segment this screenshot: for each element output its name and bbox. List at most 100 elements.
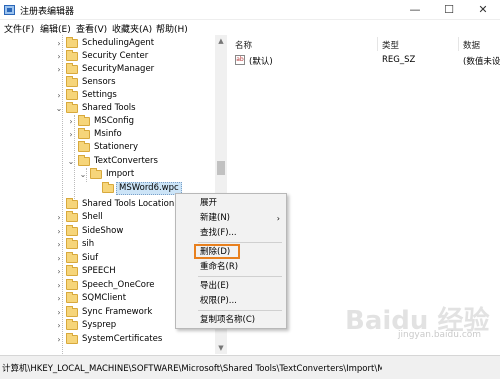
menu-item-expand[interactable]: 展开 bbox=[176, 196, 286, 211]
tree-item-label: SchedulingAgent bbox=[82, 38, 155, 48]
menu-file[interactable]: 文件(F) bbox=[4, 22, 34, 35]
tree-item[interactable]: › Security Center bbox=[0, 50, 215, 63]
tree-item[interactable]: › SecurityManager bbox=[0, 63, 215, 76]
folder-icon bbox=[66, 89, 78, 100]
scroll-up-icon[interactable]: ▲ bbox=[215, 35, 227, 47]
folder-icon bbox=[66, 333, 78, 344]
submenu-arrow-icon: › bbox=[276, 214, 280, 223]
folder-icon bbox=[66, 238, 78, 249]
tree-item-label: MSConfig bbox=[94, 116, 135, 126]
menu-item-rename[interactable]: 重命名(R) bbox=[176, 260, 286, 275]
folder-icon bbox=[78, 141, 90, 152]
folder-icon bbox=[66, 306, 78, 317]
folder-icon bbox=[66, 37, 78, 48]
chevron-right-icon[interactable]: › bbox=[54, 211, 64, 224]
chevron-right-icon[interactable]: › bbox=[66, 115, 76, 128]
chevron-right-icon[interactable]: › bbox=[54, 292, 64, 305]
maximize-button[interactable]: ☐ bbox=[432, 0, 466, 20]
menu-item-permissions[interactable]: 权限(P)... bbox=[176, 294, 286, 309]
tree-item-label: Shell bbox=[82, 212, 103, 222]
tree-item[interactable]: › SchedulingAgent bbox=[0, 37, 215, 50]
minimize-button[interactable]: — bbox=[398, 0, 432, 20]
folder-icon bbox=[66, 211, 78, 222]
delete-highlight-box bbox=[194, 244, 240, 259]
tree-item[interactable]: › Msinfo bbox=[0, 128, 215, 141]
menu-help[interactable]: 帮助(H) bbox=[156, 22, 188, 35]
tree-item-label: Shared Tools Location bbox=[82, 199, 175, 209]
column-header-name[interactable]: 名称 bbox=[235, 39, 252, 51]
tree-item-label: sih bbox=[82, 239, 95, 249]
folder-icon bbox=[66, 63, 78, 74]
chevron-right-icon[interactable]: › bbox=[54, 252, 64, 265]
menu-item-new[interactable]: 新建(N) › bbox=[176, 211, 286, 226]
folder-icon bbox=[66, 279, 78, 290]
tree-item[interactable]: Stationery bbox=[0, 141, 215, 154]
chevron-right-icon[interactable]: › bbox=[54, 333, 64, 346]
registry-editor-icon bbox=[4, 5, 15, 15]
folder-icon bbox=[66, 198, 78, 209]
registry-path: 计算机\HKEY_LOCAL_MACHINE\SOFTWARE\Microsof… bbox=[2, 364, 382, 374]
tree-item[interactable]: ⌄ TextConverters bbox=[0, 155, 215, 168]
tree-item[interactable]: › SystemCertificates bbox=[0, 333, 215, 346]
chevron-right-icon[interactable]: › bbox=[54, 37, 64, 50]
menu-edit[interactable]: 编辑(E) bbox=[40, 22, 71, 35]
chevron-down-icon[interactable]: ⌄ bbox=[66, 155, 76, 168]
tree-item-label: TextConverters bbox=[94, 156, 158, 166]
chevron-right-icon[interactable]: › bbox=[54, 319, 64, 332]
tree-item-label: SystemCertificates bbox=[82, 334, 163, 344]
tree-item-label: Security Center bbox=[82, 51, 149, 61]
folder-icon bbox=[66, 225, 78, 236]
folder-icon bbox=[66, 76, 78, 87]
folder-icon bbox=[66, 252, 78, 263]
folder-icon bbox=[90, 168, 102, 179]
tree-item-label: Import bbox=[106, 169, 135, 179]
watermark-url: jingyan.baidu.com bbox=[398, 330, 482, 340]
folder-icon bbox=[78, 155, 90, 166]
tree-item[interactable]: › MSConfig bbox=[0, 115, 215, 128]
folder-icon bbox=[78, 115, 90, 126]
menu-item-export[interactable]: 导出(E) bbox=[176, 279, 286, 294]
tree-item-label: Msinfo bbox=[94, 129, 122, 139]
folder-icon bbox=[78, 128, 90, 139]
column-header-data[interactable]: 数据 bbox=[463, 39, 480, 51]
scroll-thumb[interactable] bbox=[217, 161, 225, 175]
chevron-right-icon[interactable]: › bbox=[54, 306, 64, 319]
menu-favorites[interactable]: 收藏夹(A) bbox=[112, 22, 152, 35]
close-button[interactable]: ✕ bbox=[466, 0, 500, 20]
tree-item-label: Sync Framework bbox=[82, 307, 153, 317]
menu-item-copy-key-name[interactable]: 复制项名称(C) bbox=[176, 313, 286, 328]
folder-icon bbox=[66, 102, 78, 113]
tree-item[interactable]: ⌄ Shared Tools bbox=[0, 102, 215, 115]
chevron-right-icon[interactable]: › bbox=[54, 225, 64, 238]
chevron-right-icon[interactable]: › bbox=[54, 89, 64, 102]
tree-item[interactable]: › Settings bbox=[0, 89, 215, 102]
tree-item-label: Sensors bbox=[82, 77, 116, 87]
chevron-right-icon[interactable]: › bbox=[54, 63, 64, 76]
folder-icon bbox=[66, 50, 78, 61]
folder-icon bbox=[66, 265, 78, 276]
chevron-right-icon[interactable]: › bbox=[66, 128, 76, 141]
tree-item[interactable]: Sensors bbox=[0, 76, 215, 89]
tree-item-label: Shared Tools bbox=[82, 103, 136, 113]
chevron-down-icon[interactable]: ⌄ bbox=[78, 168, 88, 181]
tree-item-label: Siuf bbox=[82, 253, 99, 263]
folder-icon bbox=[102, 182, 114, 193]
menu-view[interactable]: 查看(V) bbox=[76, 22, 107, 35]
chevron-down-icon[interactable]: ⌄ bbox=[54, 102, 64, 115]
value-name: (默认) bbox=[249, 57, 273, 67]
menu-item-find[interactable]: 查找(F)... bbox=[176, 226, 286, 241]
column-header-type[interactable]: 类型 bbox=[382, 39, 399, 51]
chevron-right-icon[interactable]: › bbox=[54, 50, 64, 63]
context-menu: 展开 新建(N) › 查找(F)... 删除(D) 重命名(R) 导出(E) 权… bbox=[175, 193, 287, 329]
chevron-right-icon[interactable]: › bbox=[54, 279, 64, 292]
chevron-right-icon[interactable]: › bbox=[54, 265, 64, 278]
scroll-down-icon[interactable]: ▼ bbox=[215, 342, 227, 354]
tree-item[interactable]: ⌄ Import bbox=[0, 168, 215, 181]
chevron-right-icon[interactable]: › bbox=[54, 238, 64, 251]
value-data: (数值未设 bbox=[463, 57, 500, 67]
tree-item-label: MSWord6.wpc bbox=[116, 182, 182, 195]
value-type: REG_SZ bbox=[382, 55, 416, 65]
tree-item-label: Settings bbox=[82, 90, 117, 100]
tree-item-label: SQMClient bbox=[82, 293, 127, 303]
title-bar: 注册表编辑器 — ☐ ✕ bbox=[0, 0, 500, 20]
